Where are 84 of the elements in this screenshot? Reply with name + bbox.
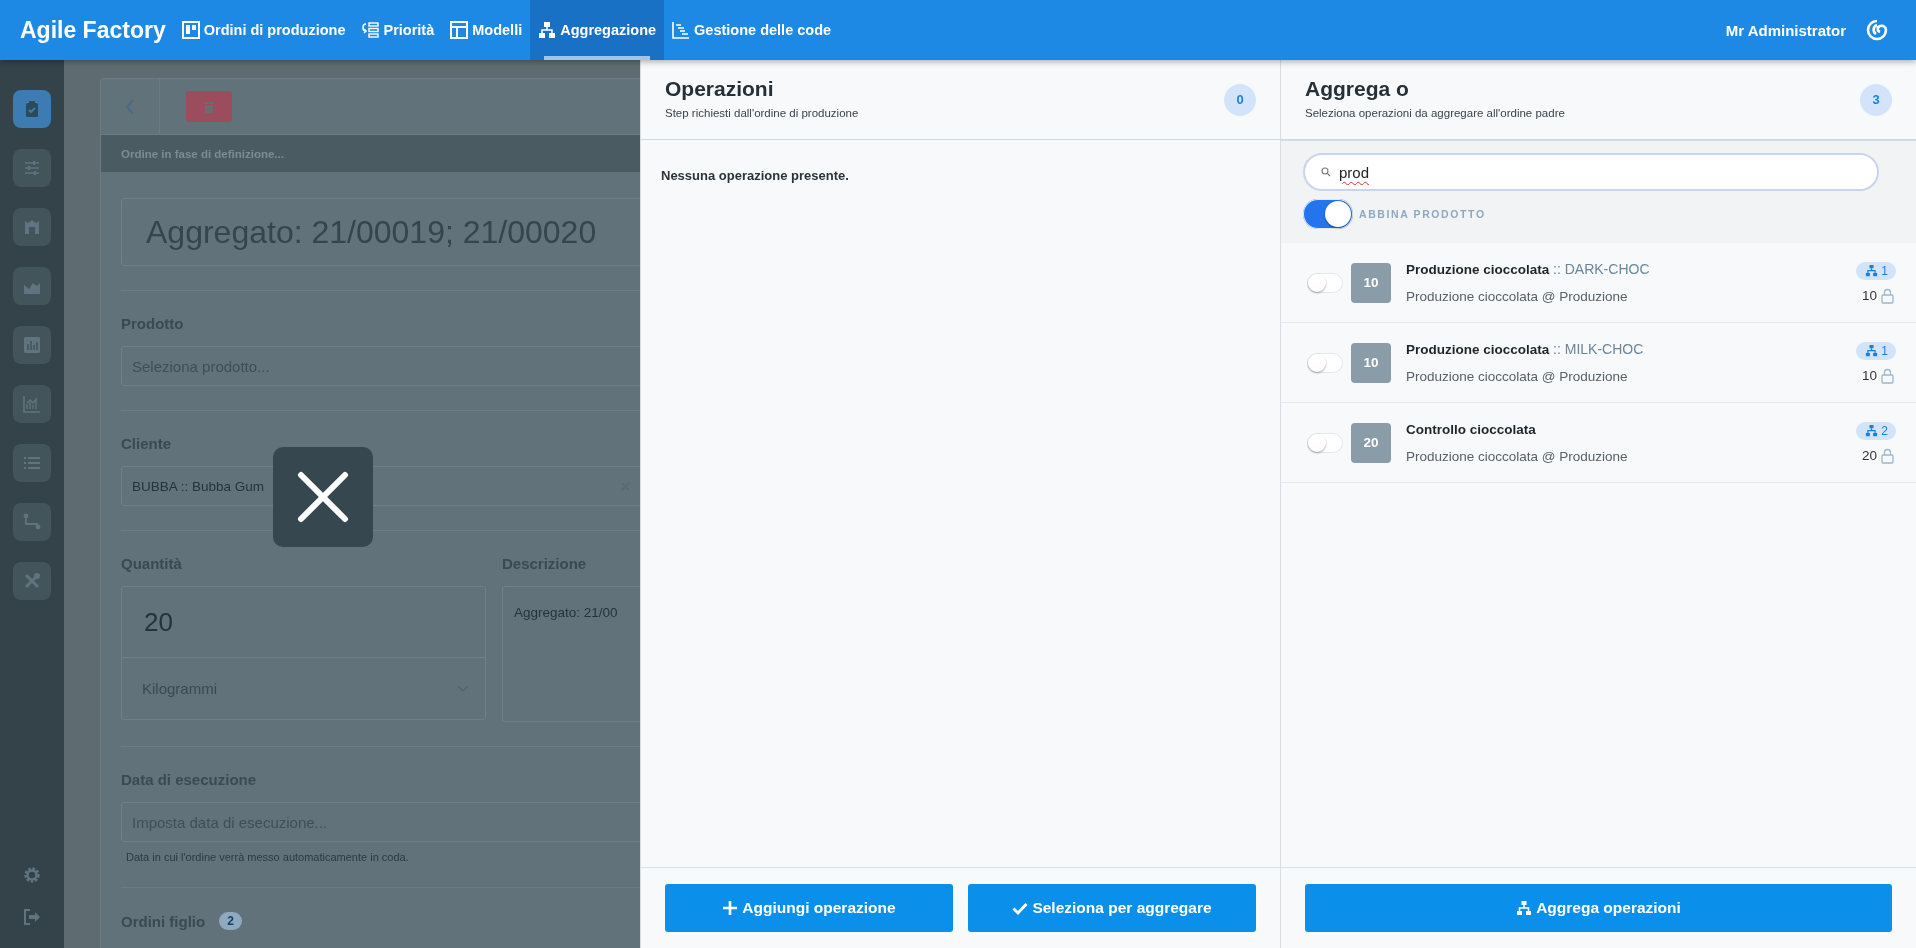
clipboard-check-icon <box>23 100 41 118</box>
swirl-logo-icon <box>1866 19 1888 41</box>
sidebar-button[interactable] <box>13 444 51 482</box>
toggle-switch[interactable] <box>1307 352 1343 373</box>
sidebar-button[interactable] <box>13 149 51 187</box>
bar-chart-icon <box>23 336 41 354</box>
nav-tab[interactable]: Modelli <box>442 0 531 60</box>
hierarchy-icon <box>1865 264 1879 277</box>
count-badge: 2 <box>219 912 242 930</box>
close-icon <box>297 471 349 523</box>
select-button[interactable]: Seleziona per aggregare <box>968 884 1256 932</box>
panel-title: Aggrega o <box>1305 76 1410 101</box>
trash-icon <box>204 100 214 113</box>
step-number: 20 <box>1351 422 1391 463</box>
hierarchy-icon <box>1516 900 1533 916</box>
operation-location: Produzione cioccolata @ Produzione <box>1406 448 1629 464</box>
toggle-label: ABBINA PRODOTTO <box>1359 208 1486 220</box>
gantt-chart-icon <box>672 21 691 39</box>
sign-out-icon <box>23 908 41 926</box>
sidebar-button[interactable] <box>13 503 51 541</box>
nav-tab[interactable]: Aggregazione <box>530 0 665 60</box>
search-icon <box>1321 167 1331 177</box>
warehouse-icon <box>23 218 41 236</box>
toggle-switch[interactable] <box>1307 432 1343 453</box>
line-chart-icon <box>23 395 41 413</box>
quantity-text: 10 <box>1861 368 1877 383</box>
hierarchy-icon <box>1865 424 1879 437</box>
lock-icon <box>1881 287 1894 304</box>
operation-title: Produzione cioccolata :: MILK-CHOC <box>1406 341 1645 357</box>
gear-icon <box>23 866 41 884</box>
operation-location: Produzione cioccolata @ Produzione <box>1406 369 1629 384</box>
aggregate-button[interactable]: Aggrega operazioni <box>1305 884 1892 932</box>
tools-icon <box>23 572 41 590</box>
step-number: 10 <box>1351 342 1391 383</box>
operation-title: Produzione cioccolata :: DARK-CHOC <box>1406 261 1651 277</box>
toggle-switch[interactable] <box>1303 199 1353 229</box>
plus-icon <box>722 900 739 916</box>
panel-title: Operazioni <box>665 76 775 101</box>
app-title: Agile Factory <box>19 16 167 44</box>
nav-tab[interactable]: Priorità <box>353 0 443 60</box>
quantity-text: 20 <box>1861 448 1877 463</box>
sidebar-button[interactable] <box>13 562 51 600</box>
board-icon <box>181 21 200 39</box>
chevron-left-icon[interactable] <box>125 98 135 115</box>
priority-list-icon <box>361 21 380 39</box>
step-number: 10 <box>1351 262 1391 303</box>
hierarchy-icon <box>1865 344 1879 357</box>
close-button[interactable] <box>273 447 373 547</box>
nav-tab[interactable]: Gestione delle code <box>664 0 840 60</box>
sliders-icon <box>23 159 41 177</box>
sidebar-button[interactable] <box>13 90 51 128</box>
sidebar-button[interactable] <box>13 267 51 305</box>
count-badge: 3 <box>1860 83 1892 116</box>
operation-row[interactable]: 20 Controllo cioccolata Produzione cioccolata @ Produzione 2 20 <box>1281 403 1916 483</box>
sidebar-button[interactable] <box>13 208 51 246</box>
panel-subtitle: Seleziona operazioni da aggregare all'ordine padre <box>1305 106 1565 119</box>
empty-message: Nessuna operazione presente. <box>660 167 850 185</box>
lock-icon <box>1881 367 1894 384</box>
search-field[interactable]: prod <box>1303 153 1879 191</box>
nav-tab[interactable]: Ordini di produzione <box>173 0 354 60</box>
toggle-switch[interactable] <box>1307 272 1343 293</box>
lock-icon <box>1881 447 1894 464</box>
user-name[interactable]: Mr Administrator <box>1725 21 1846 39</box>
count-badge: 0 <box>1224 83 1256 116</box>
flow-icon <box>23 513 41 531</box>
panel-subtitle: Step richiesti dall'ordine di produzione <box>665 106 859 119</box>
operation-title: Controllo cioccolata <box>1406 421 1537 437</box>
operation-location: Produzione cioccolata @ Produzione <box>1406 289 1629 304</box>
aggregate-count-badge: 2 <box>1856 421 1896 440</box>
aggregate-count-badge: 1 <box>1856 261 1896 280</box>
add-operation-button[interactable]: Aggiungi operazione <box>665 884 953 932</box>
operation-row[interactable]: 10 Produzione cioccolata :: MILK-CHOC Produzione cioccolata @ Produzione 1 10 <box>1281 323 1916 403</box>
sidebar-button[interactable] <box>21 906 43 928</box>
operation-row[interactable]: 10 Produzione cioccolata :: DARK-CHOC Produzione cioccolata @ Produzione 1 10 <box>1281 243 1916 323</box>
quantity-text: 10 <box>1861 288 1877 303</box>
check-icon <box>1012 900 1029 916</box>
sidebar-button[interactable] <box>13 385 51 423</box>
sidebar-button[interactable] <box>13 326 51 364</box>
layout-icon <box>450 21 469 39</box>
list-icon <box>23 454 41 472</box>
delete-button[interactable] <box>186 91 232 122</box>
sidebar-button[interactable] <box>21 864 43 886</box>
hierarchy-icon <box>538 21 557 39</box>
aggregate-count-badge: 1 <box>1856 341 1896 360</box>
